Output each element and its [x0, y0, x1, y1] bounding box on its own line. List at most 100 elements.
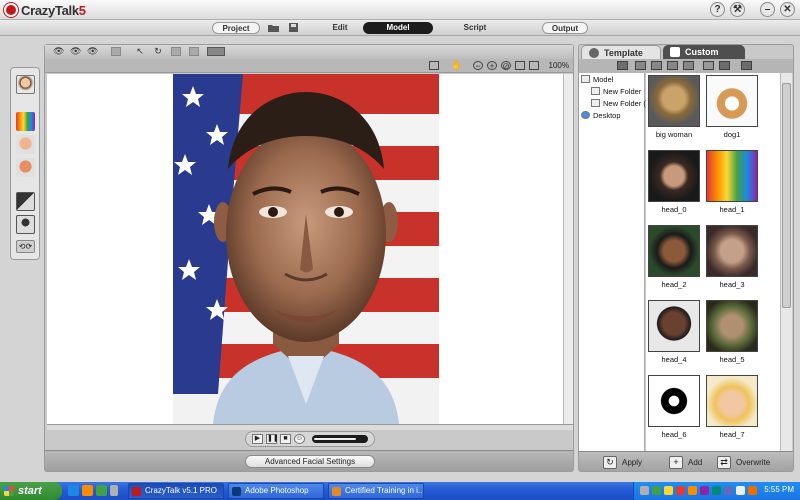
model-thumbnail[interactable]: head_3: [706, 225, 758, 293]
script-mode-button[interactable]: Script: [450, 22, 500, 34]
import-icon[interactable]: [719, 61, 730, 70]
project-mode-button[interactable]: Project: [212, 22, 260, 34]
tools-button[interactable]: ⚒: [730, 2, 745, 17]
mirror-icon[interactable]: [171, 47, 181, 56]
background-mask-icon[interactable]: [16, 192, 35, 211]
face-orientation-icon[interactable]: [16, 135, 35, 154]
model-photo[interactable]: [173, 74, 439, 424]
custom-check-icon: [670, 47, 680, 57]
overwrite-button[interactable]: ⇄ Overwrite: [717, 455, 770, 469]
add-button[interactable]: + Add: [669, 455, 702, 469]
model-thumbnail[interactable]: head_5: [706, 300, 758, 368]
crazytalk-icon: [132, 487, 141, 496]
model-thumbnail[interactable]: big woman: [648, 75, 700, 143]
fit-icon[interactable]: [515, 61, 525, 70]
start-button[interactable]: start: [0, 482, 62, 500]
rotate-icon[interactable]: ↻: [153, 47, 163, 56]
tray-app-icon[interactable]: [748, 486, 757, 495]
profile-icon[interactable]: [16, 215, 35, 234]
open-folder-icon[interactable]: [617, 61, 628, 70]
thumbnail-label: dog1: [723, 130, 741, 139]
timeline-scrollbar[interactable]: [47, 424, 573, 430]
network-icon[interactable]: [652, 486, 661, 495]
messenger-icon[interactable]: [700, 486, 709, 495]
viewport-vertical-scrollbar[interactable]: [563, 74, 573, 424]
eye-icon[interactable]: 👁: [53, 47, 64, 56]
stop-icon[interactable]: ■: [280, 434, 291, 444]
close-button[interactable]: ✕: [780, 2, 795, 17]
display-icon[interactable]: [724, 486, 733, 495]
ie-icon[interactable]: [68, 485, 79, 496]
undo-redo-icon[interactable]: ⟲⟳: [16, 240, 35, 253]
volume-icon[interactable]: [736, 486, 745, 495]
volume-slider[interactable]: [312, 435, 368, 443]
fit-window-icon[interactable]: [429, 61, 439, 70]
zoom-out-icon[interactable]: −: [473, 61, 483, 71]
task-certified-training[interactable]: Certified Training in i...: [328, 483, 424, 499]
copy-icon[interactable]: [635, 61, 646, 70]
output-mode-button[interactable]: Output: [542, 22, 588, 34]
model-thumbnail[interactable]: dog1: [706, 75, 758, 143]
folder-icon: [591, 99, 600, 107]
actual-size-icon[interactable]: [529, 61, 539, 70]
quick-launch-more-icon[interactable]: [110, 485, 118, 496]
tree-item-desktop[interactable]: Desktop: [581, 111, 621, 121]
paste-icon[interactable]: [651, 61, 662, 70]
new-folder-icon[interactable]: [683, 61, 694, 70]
model-thumbnail[interactable]: head_7: [706, 375, 758, 443]
model-mode-button[interactable]: Model: [363, 22, 433, 34]
open-folder-icon[interactable]: [268, 23, 279, 32]
advanced-facial-settings-button[interactable]: Advanced Facial Settings: [245, 455, 375, 468]
model-thumbnail[interactable]: head_1: [706, 150, 758, 218]
tree-item-new-folder[interactable]: New Folder: [591, 87, 641, 97]
model-thumbnail[interactable]: head_0: [648, 150, 700, 218]
thumbnail-image: [706, 300, 758, 352]
apply-button[interactable]: ↻ Apply: [603, 455, 642, 469]
clock: 5:55 PM: [764, 485, 794, 494]
scrollbar-thumb[interactable]: [782, 83, 791, 308]
rename-icon[interactable]: [703, 61, 714, 70]
model-thumbnail[interactable]: head_4: [648, 300, 700, 368]
folder-icon: [591, 87, 600, 95]
face-mask-icon[interactable]: [16, 158, 35, 177]
printer-icon[interactable]: [712, 486, 721, 495]
tree-item-model[interactable]: Model: [581, 75, 613, 85]
library-panel: Template Custom Model New Folder New Fol…: [578, 44, 794, 472]
canvas[interactable]: [47, 74, 563, 424]
tree-item-new-folder-2[interactable]: New Folder (: [591, 99, 646, 109]
zoom-reset-icon[interactable]: ⊘: [501, 61, 511, 71]
task-photoshop[interactable]: Adobe Photoshop: [228, 483, 324, 499]
antivirus-icon[interactable]: [676, 486, 685, 495]
pause-icon[interactable]: ❚❚: [266, 434, 279, 444]
shield-icon[interactable]: [664, 486, 673, 495]
layer-icon[interactable]: [111, 47, 121, 56]
help-button[interactable]: ?: [710, 2, 725, 17]
model-thumbnail[interactable]: head_2: [648, 225, 700, 293]
tab-template[interactable]: Template: [581, 45, 661, 59]
export-icon[interactable]: [741, 61, 752, 70]
tray-arrow-icon[interactable]: [640, 486, 649, 495]
library-bottom-bar: ↻ Apply + Add ⇄ Overwrite: [579, 451, 793, 471]
zoom-in-icon[interactable]: +: [487, 61, 497, 71]
eye-icon[interactable]: 👁: [70, 47, 81, 56]
hand-pan-icon[interactable]: ✋: [451, 61, 462, 70]
model-thumbnail[interactable]: head_6: [648, 375, 700, 443]
minimize-button[interactable]: –: [760, 2, 775, 17]
mask-icon[interactable]: [189, 47, 199, 56]
camera-dropdown-icon[interactable]: [207, 47, 225, 56]
tab-custom[interactable]: Custom: [663, 45, 745, 59]
desktop-shortcut-icon[interactable]: [96, 485, 107, 496]
firefox-icon[interactable]: [82, 485, 93, 496]
eye-icon[interactable]: 👁: [87, 47, 98, 56]
library-scrollbar[interactable]: [780, 73, 792, 451]
pointer-icon[interactable]: ↖: [135, 47, 145, 56]
face-fitting-icon[interactable]: [16, 75, 35, 94]
color-adjust-icon[interactable]: [16, 112, 35, 131]
update-icon[interactable]: [688, 486, 697, 495]
edit-mode-button[interactable]: Edit: [320, 22, 360, 34]
save-icon[interactable]: [288, 23, 299, 32]
play-icon[interactable]: ▶: [252, 434, 263, 444]
delete-icon[interactable]: [667, 61, 678, 70]
task-crazytalk[interactable]: CrazyTalk v5.1 PRO: [128, 483, 224, 499]
face-preview-icon[interactable]: ☺: [294, 434, 305, 444]
